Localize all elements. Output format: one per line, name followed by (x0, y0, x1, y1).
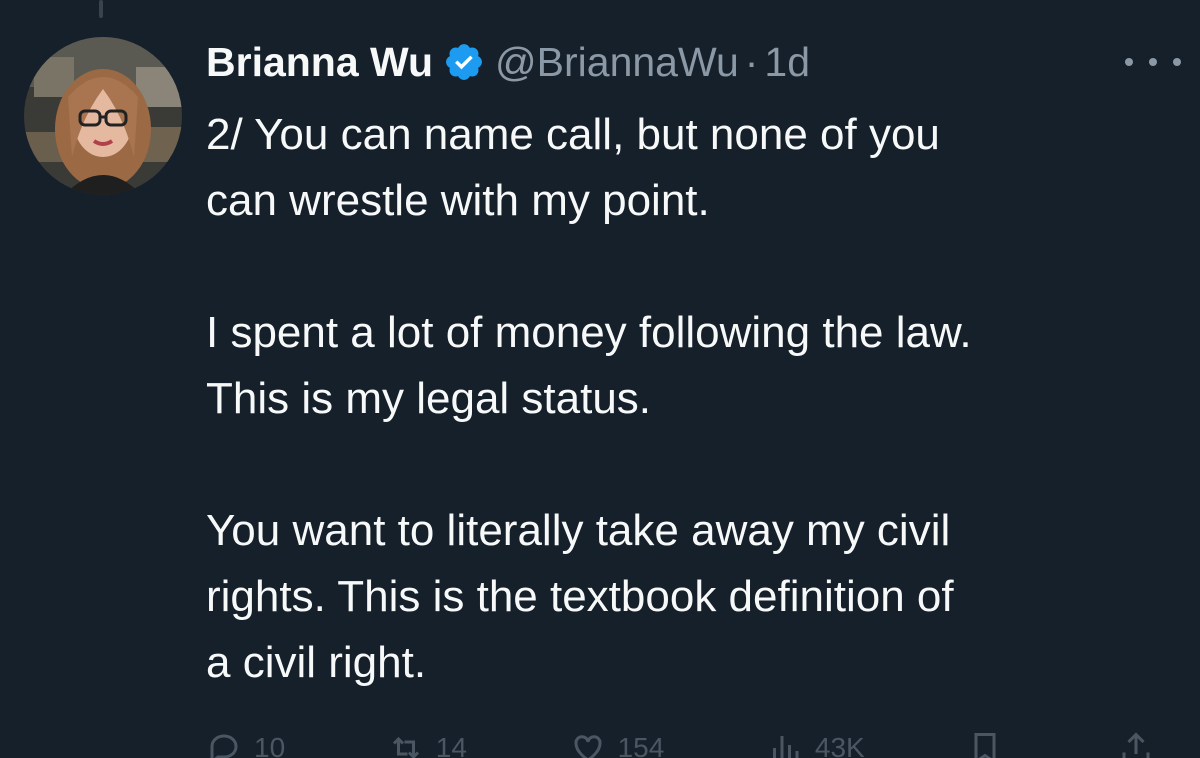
share-icon (1122, 732, 1150, 758)
tweet-line: can wrestle with my point. (206, 176, 710, 225)
tweet-paragraph: I spent a lot of money following the law… (206, 300, 1186, 432)
more-dot (1173, 58, 1181, 66)
action-bar: 10 14 154 43K (206, 728, 1166, 758)
tweet-line: This is my legal status. (206, 374, 652, 423)
tweet-text: 2/ You can name call, but none of you ca… (206, 102, 1186, 696)
retweet-count: 14 (435, 732, 467, 758)
avatar-photo (24, 37, 182, 195)
tweet-paragraph: 2/ You can name call, but none of you ca… (206, 102, 1186, 234)
separator-dot: · (744, 38, 759, 85)
user-handle[interactable]: @BriannaWu (495, 39, 739, 86)
reply-count: 10 (254, 732, 286, 758)
views-button[interactable]: 43K (767, 728, 865, 758)
views-count: 43K (814, 732, 865, 758)
reply-button[interactable]: 10 (206, 728, 285, 758)
reply-icon (210, 734, 238, 758)
more-dot (1125, 58, 1133, 66)
avatar[interactable] (24, 37, 182, 195)
verified-badge-icon[interactable] (443, 41, 485, 83)
heart-icon (574, 735, 602, 758)
tweet-line: I spent a lot of money following the law… (206, 308, 972, 357)
tweet-line: a civil right. (206, 638, 427, 687)
tweet-line: You want to literally take away my civil (206, 506, 951, 555)
timestamp[interactable]: 1d (764, 39, 810, 86)
display-name[interactable]: Brianna Wu (206, 39, 433, 86)
tweet-paragraph: You want to literally take away my civil… (206, 498, 1186, 696)
thread-connector-line (99, 0, 103, 18)
more-options-icon[interactable] (1125, 44, 1181, 80)
tweet-line: 2/ You can name call, but none of you (206, 110, 940, 159)
like-count: 154 (617, 732, 665, 758)
retweet-icon (392, 736, 419, 758)
share-button[interactable] (1118, 728, 1166, 758)
tweet-header: Brianna Wu @BriannaWu · 1d (206, 36, 810, 88)
like-button[interactable]: 154 (570, 728, 665, 758)
tweet-line: rights. This is the textbook definition … (206, 572, 954, 621)
retweet-button[interactable]: 14 (388, 728, 467, 758)
views-icon (772, 736, 799, 758)
bookmark-button[interactable] (967, 728, 1015, 758)
bookmark-icon (974, 733, 996, 758)
more-dot (1149, 58, 1157, 66)
